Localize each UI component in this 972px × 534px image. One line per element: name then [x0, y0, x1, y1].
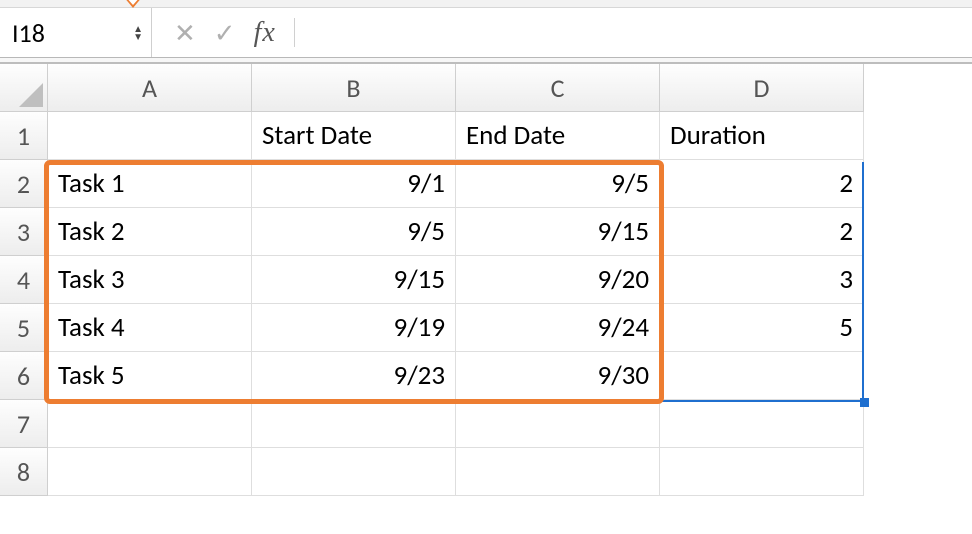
accept-formula-button[interactable]: ✓ [214, 17, 236, 49]
ribbon-caret-icon [120, 0, 146, 8]
row-header-4[interactable]: 4 [0, 256, 48, 304]
cell-D1[interactable]: Duration [660, 112, 864, 160]
row-header-5[interactable]: 5 [0, 304, 48, 352]
cell-D3[interactable]: 2 [660, 208, 864, 256]
cell-C6[interactable]: 9/30 [456, 352, 660, 400]
col-header-D[interactable]: D [660, 64, 864, 112]
cell-C5[interactable]: 9/24 [456, 304, 660, 352]
col-header-B[interactable]: B [252, 64, 456, 112]
cell-D5[interactable]: 5 [660, 304, 864, 352]
cell-C2[interactable]: 9/5 [456, 160, 660, 208]
cell-B7[interactable] [252, 400, 456, 448]
select-all-corner[interactable] [0, 64, 48, 112]
cell-A2[interactable]: Task 1 [48, 160, 252, 208]
cell-A3[interactable]: Task 2 [48, 208, 252, 256]
row-header-3[interactable]: 3 [0, 208, 48, 256]
row-header-6[interactable]: 6 [0, 352, 48, 400]
cell-A8[interactable] [48, 448, 252, 496]
cell-B5[interactable]: 9/19 [252, 304, 456, 352]
cell-D7[interactable] [660, 400, 864, 448]
cell-C8[interactable] [456, 448, 660, 496]
name-box-stepper[interactable]: ▲ ▼ [133, 25, 143, 41]
selection-fill-handle[interactable] [860, 398, 869, 407]
cell-B2[interactable]: 9/1 [252, 160, 456, 208]
cell-C4[interactable]: 9/20 [456, 256, 660, 304]
stepper-down-icon[interactable]: ▼ [133, 33, 143, 41]
cancel-formula-button[interactable]: ✕ [174, 17, 196, 49]
col-header-C[interactable]: C [456, 64, 660, 112]
cell-D2[interactable]: 2 [660, 160, 864, 208]
cell-A7[interactable] [48, 400, 252, 448]
cell-C3[interactable]: 9/15 [456, 208, 660, 256]
worksheet[interactable]: A B C D 1 Start Date End Date Duration 2… [0, 64, 972, 496]
fx-icon[interactable]: fx [254, 17, 276, 49]
name-box-value: I18 [12, 17, 45, 49]
formula-input[interactable] [294, 8, 972, 57]
cell-D6[interactable] [660, 352, 864, 400]
row-header-7[interactable]: 7 [0, 400, 48, 448]
formula-bar-row: I18 ▲ ▼ ✕ ✓ fx [0, 8, 972, 58]
cell-C7[interactable] [456, 400, 660, 448]
ribbon-edge [0, 0, 972, 8]
cell-A4[interactable]: Task 3 [48, 256, 252, 304]
cell-B3[interactable]: 9/5 [252, 208, 456, 256]
row-header-1[interactable]: 1 [0, 112, 48, 160]
cell-D8[interactable] [660, 448, 864, 496]
cell-B1[interactable]: Start Date [252, 112, 456, 160]
cell-B8[interactable] [252, 448, 456, 496]
cell-B6[interactable]: 9/23 [252, 352, 456, 400]
col-header-A[interactable]: A [48, 64, 252, 112]
cell-B4[interactable]: 9/15 [252, 256, 456, 304]
name-box[interactable]: I18 ▲ ▼ [0, 8, 152, 57]
cell-C1[interactable]: End Date [456, 112, 660, 160]
cell-A1[interactable] [48, 112, 252, 160]
formula-controls: ✕ ✓ fx [152, 8, 294, 57]
grid[interactable]: A B C D 1 Start Date End Date Duration 2… [0, 64, 972, 496]
row-header-2[interactable]: 2 [0, 160, 48, 208]
cell-A5[interactable]: Task 4 [48, 304, 252, 352]
row-header-8[interactable]: 8 [0, 448, 48, 496]
cell-A6[interactable]: Task 5 [48, 352, 252, 400]
cell-D4[interactable]: 3 [660, 256, 864, 304]
